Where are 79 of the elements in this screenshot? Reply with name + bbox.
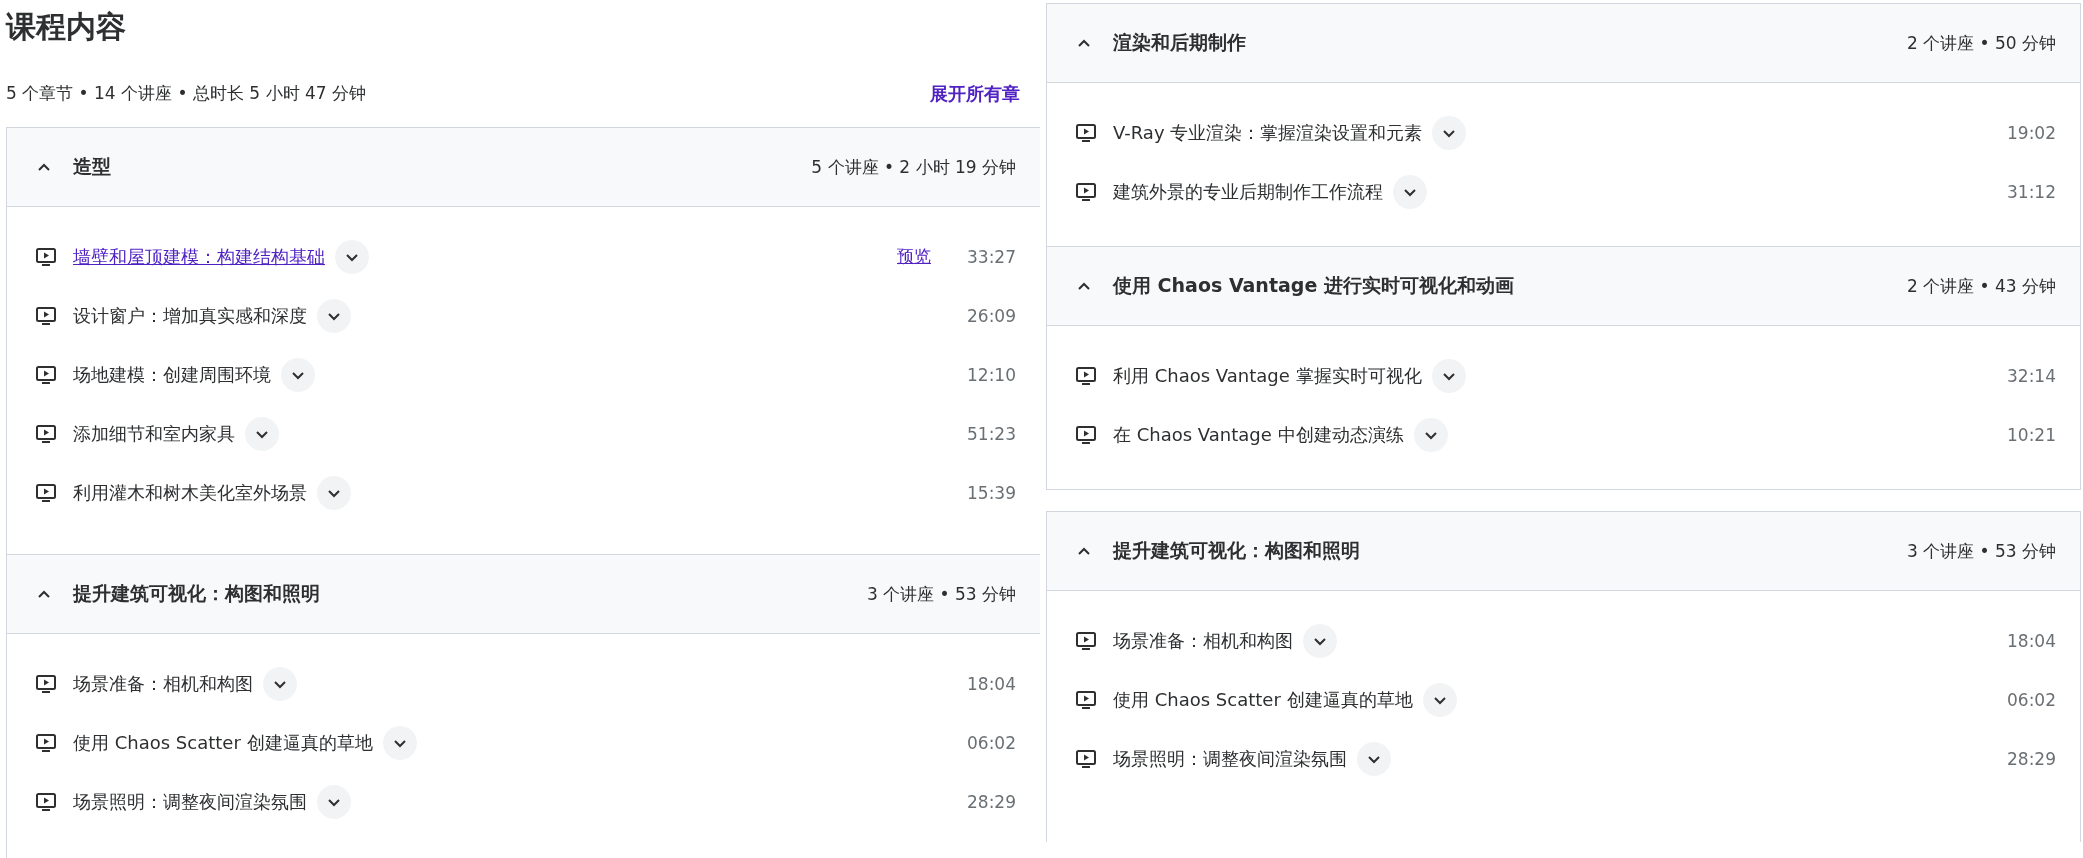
lecture-title: 场地建模：创建周围环境 <box>73 362 271 387</box>
play-screen-icon <box>35 791 57 812</box>
section-title: 提升建筑可视化：构图和照明 <box>1113 538 1361 563</box>
lecture-title: 添加细节和室内家具 <box>73 421 235 446</box>
expand-lecture-button[interactable] <box>1393 174 1427 209</box>
lecture-title: 使用 Chaos Scatter 创建逼真的草地 <box>73 730 373 755</box>
expand-lecture-button[interactable] <box>335 239 369 274</box>
lecture-duration: 06:02 <box>2007 689 2056 710</box>
lecture-duration: 12:10 <box>967 364 1016 385</box>
expand-lecture-button[interactable] <box>1357 741 1391 776</box>
lecture-title: 利用 Chaos Vantage 掌握实时可视化 <box>1113 363 1422 388</box>
section-header[interactable]: 使用 Chaos Vantage 进行实时可视化和动画 2 个讲座 • 43 分钟 <box>1047 246 2080 326</box>
lecture-duration: 15:39 <box>967 482 1016 503</box>
play-screen-icon <box>35 732 57 753</box>
lecture-duration: 19:02 <box>2007 122 2056 143</box>
section-header[interactable]: 渲染和后期制作 2 个讲座 • 50 分钟 <box>1047 4 2080 83</box>
page-title: 课程内容 <box>6 8 127 46</box>
play-screen-icon <box>1075 424 1097 445</box>
expand-lecture-button[interactable] <box>1432 115 1467 150</box>
play-screen-icon <box>35 246 57 267</box>
lecture-title: 场景准备：相机和构图 <box>73 671 253 696</box>
lecture-duration: 28:29 <box>2007 748 2056 769</box>
section-title: 使用 Chaos Vantage 进行实时可视化和动画 <box>1113 273 1515 298</box>
section-title: 提升建筑可视化：构图和照明 <box>73 581 321 606</box>
expand-lecture-button[interactable] <box>1303 623 1337 658</box>
section-title: 渲染和后期制作 <box>1113 30 1247 55</box>
lecture-duration: 32:14 <box>2007 365 2056 386</box>
lecture-duration: 31:12 <box>2007 181 2056 202</box>
lecture-title: 场景照明：调整夜间渲染氛围 <box>73 789 307 814</box>
section-meta: 3 个讲座 • 53 分钟 <box>1906 539 2056 563</box>
section-header[interactable]: 造型 5 个讲座 • 2 小时 19 分钟 <box>7 127 1040 207</box>
play-screen-icon <box>35 423 57 444</box>
play-screen-icon <box>35 364 57 385</box>
expand-lecture-button[interactable] <box>382 725 417 760</box>
play-screen-icon <box>1075 630 1097 651</box>
lecture-title: 场景准备：相机和构图 <box>1113 628 1293 653</box>
expand-lecture-button[interactable] <box>317 784 351 819</box>
lecture-title: 设计窗户：增加真实感和深度 <box>73 303 307 328</box>
lecture-duration: 51:23 <box>967 423 1016 444</box>
section-meta: 2 个讲座 • 50 分钟 <box>1906 31 2056 55</box>
lecture-link[interactable]: 墙壁和屋顶建模：构建结构基础 <box>73 244 325 269</box>
section-meta: 3 个讲座 • 53 分钟 <box>866 582 1016 606</box>
play-screen-icon <box>35 673 57 694</box>
lecture-duration: 06:02 <box>967 732 1016 753</box>
expand-lecture-button[interactable] <box>1431 358 1466 393</box>
expand-lecture-button[interactable] <box>245 416 279 451</box>
play-screen-icon <box>1075 122 1097 143</box>
lecture-title: 利用灌木和树木美化室外场景 <box>73 480 307 505</box>
expand-all-link[interactable]: 展开所有章 <box>930 81 1020 106</box>
section-header[interactable]: 提升建筑可视化：构图和照明 3 个讲座 • 53 分钟 <box>7 554 1040 634</box>
lecture-duration: 33:27 <box>967 246 1016 267</box>
expand-lecture-button[interactable] <box>263 666 297 701</box>
expand-lecture-button[interactable] <box>1422 682 1457 717</box>
play-screen-icon <box>1075 689 1097 710</box>
section-title: 造型 <box>73 154 112 179</box>
lecture-title: V-Ray 专业渲染：掌握渲染设置和元素 <box>1113 120 1423 145</box>
section-header[interactable]: 提升建筑可视化：构图和照明 3 个讲座 • 53 分钟 <box>1047 512 2080 591</box>
section-meta: 5 个讲座 • 2 小时 19 分钟 <box>811 155 1016 179</box>
lecture-title: 使用 Chaos Scatter 创建逼真的草地 <box>1113 687 1413 712</box>
lecture-duration: 26:09 <box>967 305 1016 326</box>
play-screen-icon <box>35 305 57 326</box>
lecture-duration: 28:29 <box>967 791 1016 812</box>
lecture-title: 在 Chaos Vantage 中创建动态演练 <box>1113 422 1404 447</box>
expand-lecture-button[interactable] <box>281 357 315 392</box>
play-screen-icon <box>1075 181 1097 202</box>
lecture-duration: 18:04 <box>2007 630 2056 651</box>
expand-lecture-button[interactable] <box>1413 417 1448 452</box>
expand-lecture-button[interactable] <box>317 298 351 333</box>
expand-lecture-button[interactable] <box>317 475 351 510</box>
preview-link[interactable]: 预览 <box>897 245 931 268</box>
lecture-duration: 10:21 <box>2007 424 2056 445</box>
play-screen-icon <box>1075 365 1097 386</box>
lecture-title: 场景照明：调整夜间渲染氛围 <box>1113 746 1347 771</box>
section-meta: 2 个讲座 • 43 分钟 <box>1906 274 2056 298</box>
play-screen-icon <box>1075 748 1097 769</box>
lecture-duration: 18:04 <box>967 673 1016 694</box>
lecture-title: 建筑外景的专业后期制作工作流程 <box>1113 179 1383 204</box>
play-screen-icon <box>35 482 57 503</box>
course-summary: 5 个章节 • 14 个讲座 • 总时长 5 小时 47 分钟 <box>6 82 366 105</box>
